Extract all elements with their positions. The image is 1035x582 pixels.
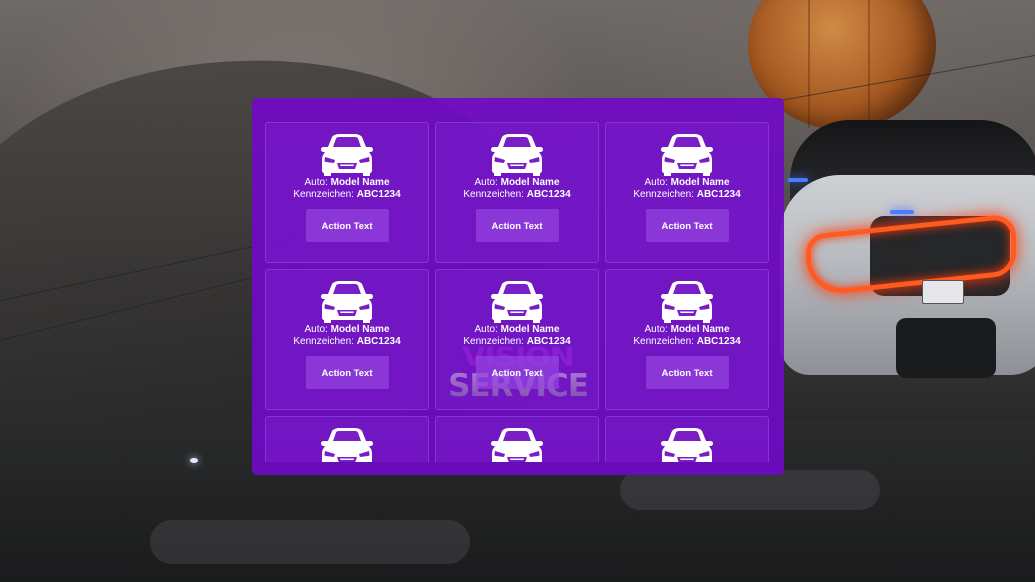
car-front-icon [661,281,713,323]
vehicle-model-name: Model Name [670,324,730,335]
vehicle-card: Auto: Model Name Kennzeichen: ABC1234 Ac… [265,416,429,462]
car-front-icon [661,134,713,176]
vehicle-action-button[interactable]: Action Text [645,209,729,242]
vehicle-model-line: Auto: Model Name [606,177,768,189]
vehicle-plate-label: Kennzeichen: [293,336,354,347]
car-front-icon [491,134,543,176]
vehicle-card: Auto: Model Name Kennzeichen: ABC1234 Ac… [435,122,599,263]
vehicle-plate-label: Kennzeichen: [463,189,524,200]
background-road-patch [150,520,470,564]
vehicle-model-name: Model Name [500,324,560,335]
car-front-icon [491,281,543,323]
car-front-icon [321,134,373,176]
vehicle-card: Auto: Model Name Kennzeichen: ABC1234 Ac… [435,416,599,462]
vehicle-model-label: Auto: [304,177,328,188]
vehicle-plate-line: Kennzeichen: ABC1234 [606,189,768,201]
vehicle-model-label: Auto: [644,324,668,335]
vehicle-plate-line: Kennzeichen: ABC1234 [436,189,598,201]
police-blue-light [890,210,914,214]
vehicle-model-label: Auto: [474,324,498,335]
police-blue-light [788,178,808,182]
police-car-bumper [896,318,996,378]
vehicle-plate-line: Kennzeichen: ABC1234 [266,336,428,348]
vehicle-model-line: Auto: Model Name [436,324,598,336]
vehicle-plate-line: Kennzeichen: ABC1234 [606,336,768,348]
vehicle-model-name: Model Name [670,177,730,188]
vehicle-card: Auto: Model Name Kennzeichen: ABC1234 Ac… [605,416,769,462]
vehicle-model-label: Auto: [474,177,498,188]
vehicle-plate-line: Kennzeichen: ABC1234 [266,189,428,201]
background-road-patch [620,470,880,510]
car-front-icon [661,428,713,462]
vehicle-model-line: Auto: Model Name [266,324,428,336]
vehicle-plate-number: ABC1234 [696,189,741,200]
vehicle-plate-number: ABC1234 [356,336,401,347]
vehicle-action-button[interactable]: Action Text [645,356,729,389]
vehicle-model-name: Model Name [330,324,390,335]
vehicle-plate-label: Kennzeichen: [633,189,694,200]
vehicle-card: Auto: Model Name Kennzeichen: ABC1234 Ac… [605,269,769,410]
vehicle-model-line: Auto: Model Name [266,177,428,189]
vehicle-plate-number: ABC1234 [526,189,571,200]
car-front-icon [491,428,543,462]
vehicle-plate-number: ABC1234 [526,336,571,347]
vehicle-model-name: Model Name [330,177,390,188]
background-streetlight [190,458,198,463]
vehicle-plate-number: ABC1234 [356,189,401,200]
vehicle-plate-line: Kennzeichen: ABC1234 [436,336,598,348]
vehicle-model-label: Auto: [304,324,328,335]
vehicle-card: Auto: Model Name Kennzeichen: ABC1234 Ac… [265,122,429,263]
vehicle-card: Auto: Model Name Kennzeichen: ABC1234 Ac… [605,122,769,263]
car-front-icon [321,428,373,462]
garage-panel: VISION SERVICE Auto: Model Name Kennzeic… [252,98,784,475]
vehicle-plate-label: Kennzeichen: [633,336,694,347]
vehicle-card: Auto: Model Name Kennzeichen: ABC1234 Ac… [435,269,599,410]
vehicle-model-name: Model Name [500,177,560,188]
vehicle-grid[interactable]: Auto: Model Name Kennzeichen: ABC1234 Ac… [265,122,769,462]
vehicle-action-button[interactable]: Action Text [305,356,389,389]
vehicle-model-label: Auto: [644,177,668,188]
car-front-icon [321,281,373,323]
vehicle-action-button[interactable]: Action Text [475,356,559,389]
vehicle-card: Auto: Model Name Kennzeichen: ABC1234 Ac… [265,269,429,410]
vehicle-action-button[interactable]: Action Text [305,209,389,242]
police-car-plate [922,280,964,304]
vehicle-plate-label: Kennzeichen: [463,336,524,347]
vehicle-model-line: Auto: Model Name [436,177,598,189]
vehicle-plate-label: Kennzeichen: [293,189,354,200]
vehicle-plate-number: ABC1234 [696,336,741,347]
vehicle-action-button[interactable]: Action Text [475,209,559,242]
vehicle-model-line: Auto: Model Name [606,324,768,336]
